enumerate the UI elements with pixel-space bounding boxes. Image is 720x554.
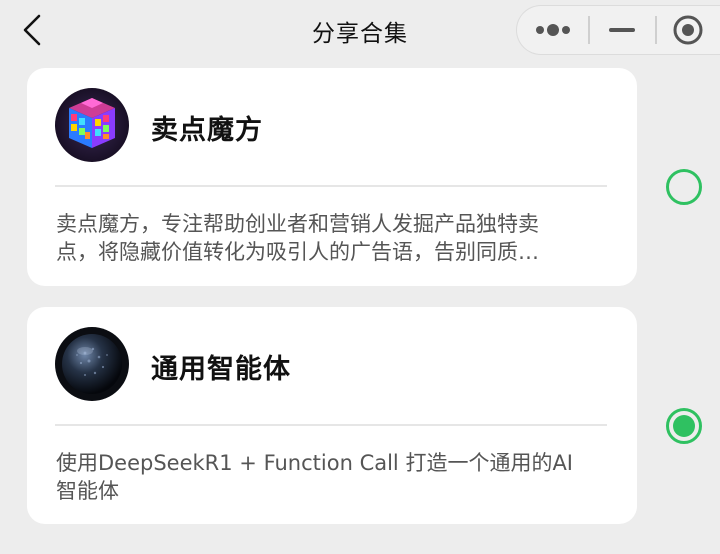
- card-title: 通用智能体: [151, 354, 291, 385]
- nav-bar: 分享合集: [0, 0, 720, 60]
- card-title: 卖点魔方: [151, 115, 263, 146]
- rubiks-cube-icon: [55, 88, 129, 162]
- card-description: 卖点魔方，专注帮助创业者和营销人发掘产品独特卖 点，将隐藏价值转化为吸引人的广告…: [56, 210, 612, 266]
- minimize-icon: [609, 28, 636, 32]
- card-header: 卖点魔方: [27, 68, 637, 186]
- card-divider: [55, 424, 607, 426]
- card-divider: [55, 185, 607, 187]
- close-button[interactable]: [657, 6, 720, 54]
- select-radio-checked[interactable]: [666, 408, 702, 444]
- chevron-left-icon: [23, 14, 41, 46]
- back-button[interactable]: [12, 8, 52, 52]
- page: 分享合集 卖点魔方 卖点魔方，专注帮助创业者和营销人发掘产品独特卖 点，将隐藏价…: [0, 0, 720, 554]
- card-header: 通用智能体: [27, 307, 637, 425]
- description-line: 使用DeepSeekR1 + Function Call 打造一个通用的AI: [56, 451, 574, 475]
- mini-program-capsule: [516, 5, 720, 55]
- collection-card[interactable]: 卖点魔方 卖点魔方，专注帮助创业者和营销人发掘产品独特卖 点，将隐藏价值转化为吸…: [27, 68, 637, 286]
- more-button[interactable]: [517, 6, 588, 54]
- description-line: 点，将隐藏价值转化为吸引人的广告语，告别同质…: [56, 240, 539, 264]
- target-close-icon: [673, 15, 703, 45]
- collection-card[interactable]: 通用智能体 使用DeepSeekR1 + Function Call 打造一个通…: [27, 307, 637, 524]
- minimize-button[interactable]: [590, 6, 655, 54]
- radio-checked-dot: [673, 415, 695, 437]
- more-dots-icon: [535, 24, 570, 36]
- select-radio-unchecked[interactable]: [666, 169, 702, 205]
- card-description: 使用DeepSeekR1 + Function Call 打造一个通用的AI 智…: [56, 449, 612, 505]
- dark-sphere-icon: [55, 327, 129, 401]
- description-line: 智能体: [56, 479, 119, 503]
- description-line: 卖点魔方，专注帮助创业者和营销人发掘产品独特卖: [56, 212, 539, 236]
